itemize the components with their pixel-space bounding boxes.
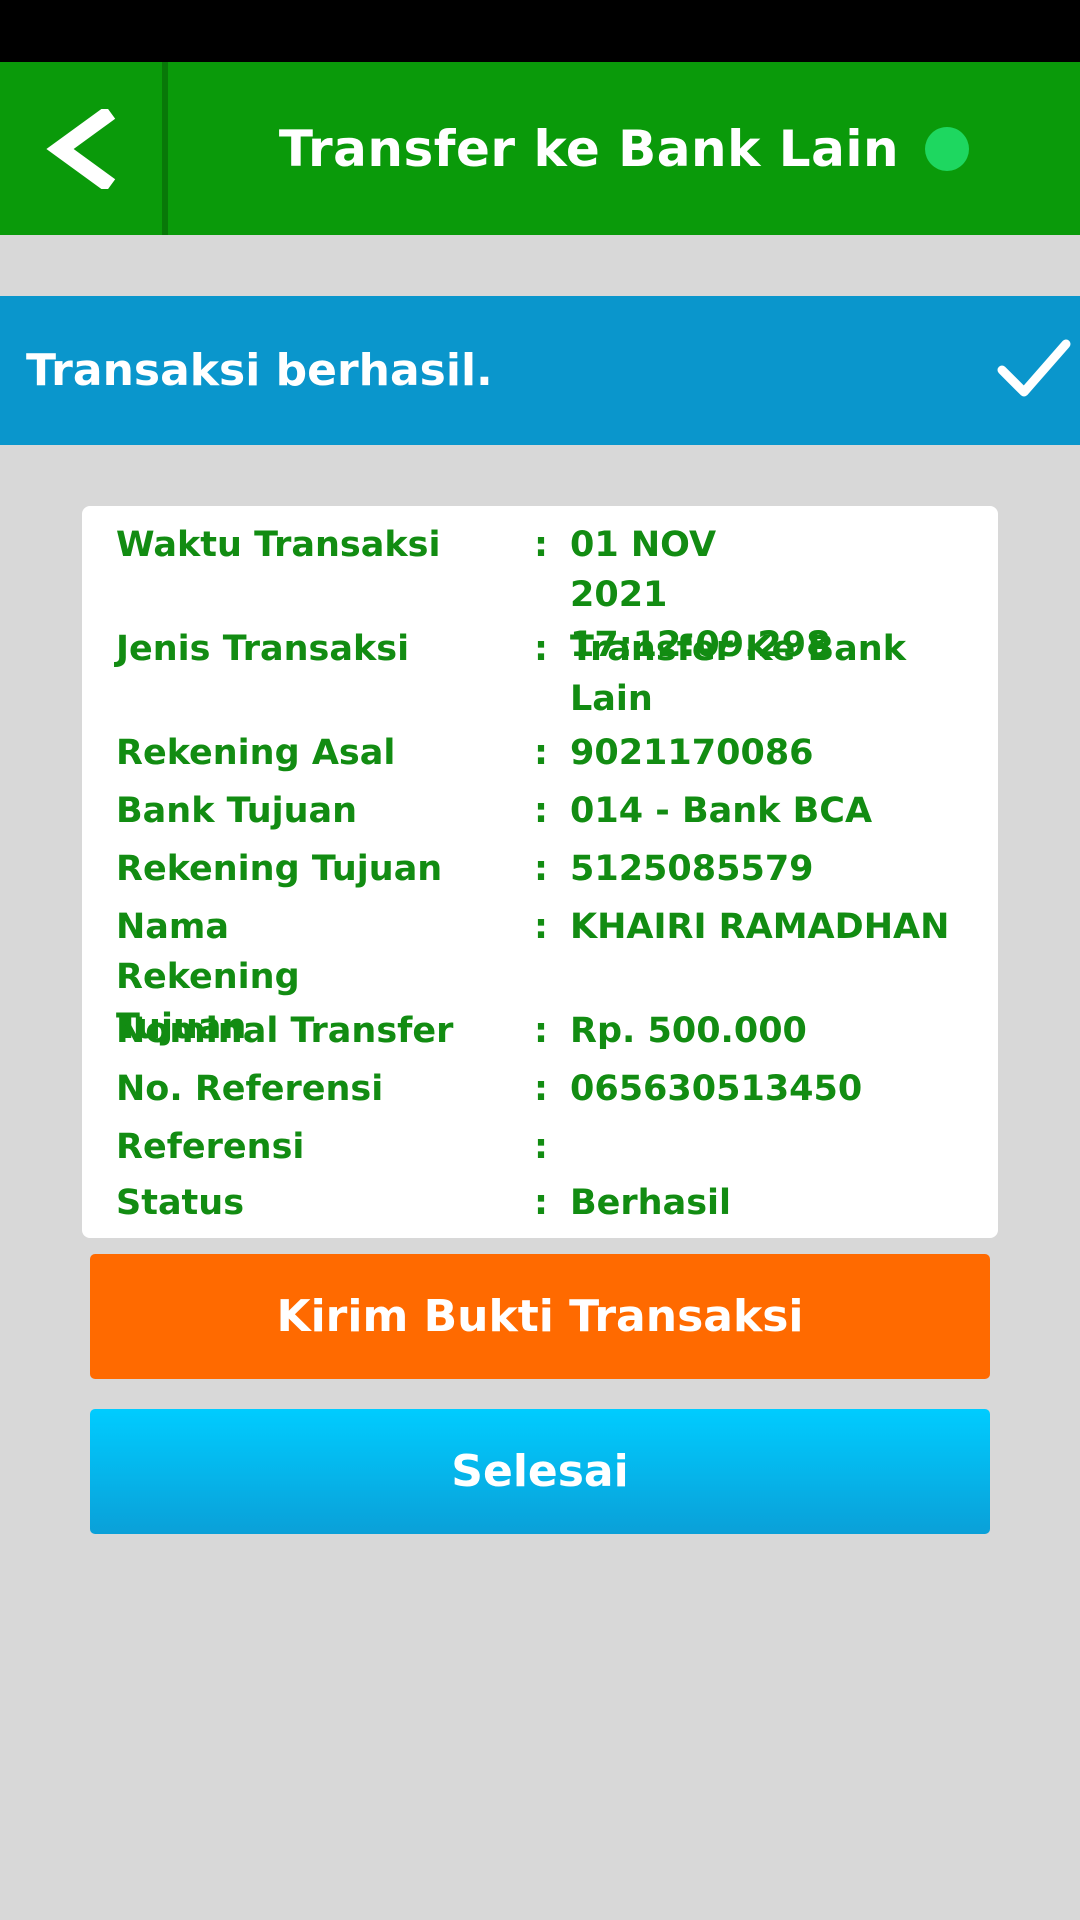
detail-label: Rekening Asal (116, 733, 396, 773)
detail-value: Transfer Ke Bank Lain (570, 629, 906, 719)
detail-separator: : (534, 629, 548, 669)
detail-value: 5125085579 (570, 849, 814, 889)
detail-label: Waktu Transaksi (116, 525, 441, 565)
detail-separator: : (534, 1127, 548, 1167)
detail-separator: : (534, 733, 548, 773)
detail-label: Nominal Transfer (116, 1011, 454, 1051)
detail-label: Rekening Tujuan (116, 849, 443, 889)
app-bar: Transfer ke Bank Lain (0, 62, 1080, 235)
detail-separator: : (534, 1011, 548, 1051)
send-proof-button-label: Kirim Bukti Transaksi (276, 1291, 804, 1342)
done-button-label: Selesai (451, 1446, 629, 1497)
page-title: Transfer ke Bank Lain (278, 119, 900, 178)
success-banner: Transaksi berhasil. (0, 296, 1080, 445)
detail-label: No. Referensi (116, 1069, 384, 1109)
detail-value: 065630513450 (570, 1069, 863, 1109)
chevron-left-icon (46, 108, 116, 189)
detail-value: Rp. 500.000 (570, 1011, 807, 1051)
done-button[interactable]: Selesai (90, 1409, 990, 1534)
detail-separator: : (534, 791, 548, 831)
detail-separator: : (534, 1069, 548, 1109)
detail-separator: : (534, 1183, 548, 1223)
detail-separator: : (534, 525, 548, 565)
detail-value: 014 - Bank BCA (570, 791, 873, 831)
detail-label: Bank Tujuan (116, 791, 358, 831)
status-bar (0, 0, 1080, 62)
detail-label: Referensi (116, 1127, 305, 1167)
transaction-detail-card: Waktu Transaksi : 01 NOV 2021 17:12:09.2… (82, 506, 998, 1238)
detail-separator: : (534, 907, 548, 947)
send-proof-button[interactable]: Kirim Bukti Transaksi (90, 1254, 990, 1379)
detail-label: Status (116, 1183, 245, 1223)
back-button[interactable] (0, 62, 162, 235)
detail-value: KHAIRI RAMADHAN (570, 907, 950, 947)
checkmark-icon (997, 339, 1071, 397)
app-title-wrap: Transfer ke Bank Lain (168, 62, 1080, 235)
detail-separator: : (534, 849, 548, 889)
detail-label: Jenis Transaksi (116, 629, 410, 669)
detail-value: 9021170086 (570, 733, 814, 773)
success-message: Transaksi berhasil. (26, 345, 493, 396)
status-dot-icon (925, 126, 970, 171)
detail-value: Berhasil (570, 1183, 732, 1223)
